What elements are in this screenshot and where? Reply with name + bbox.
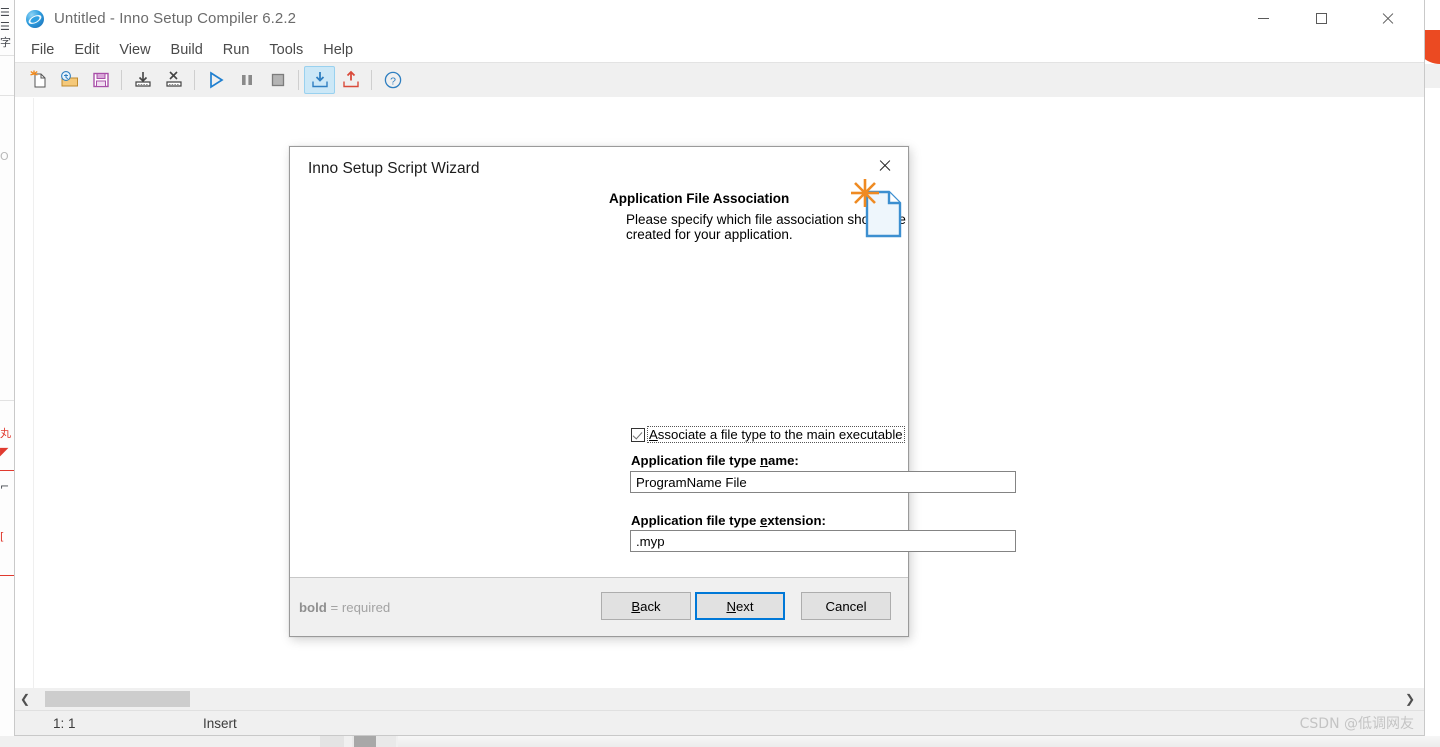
compile-icon[interactable] <box>127 66 158 94</box>
input-value: .myp <box>636 533 665 549</box>
status-cursor-position: 1: 1 <box>53 715 76 731</box>
menu-item-run[interactable]: Run <box>213 40 260 60</box>
label-prefix: Application file type <box>631 453 760 468</box>
accel-char: B <box>631 598 641 614</box>
inno-setup-script-wizard-dialog: Inno Setup Script Wizard Application Fil… <box>289 146 1016 637</box>
toolbar-separator-3 <box>298 70 299 90</box>
close-icon <box>1381 12 1394 25</box>
close-button[interactable] <box>1364 0 1410 37</box>
bottom-taskbar-strip <box>0 736 1440 747</box>
scrollbar-thumb[interactable] <box>45 691 190 707</box>
menu-item-view[interactable]: View <box>109 40 160 60</box>
svg-text:?: ? <box>390 75 396 87</box>
associate-file-type-label[interactable]: Associate a file type to the main execut… <box>647 426 905 443</box>
minimize-icon <box>1257 18 1269 19</box>
menu-item-tools[interactable]: Tools <box>259 40 313 60</box>
save-file-icon[interactable] <box>85 66 116 94</box>
new-file-icon[interactable] <box>23 66 54 94</box>
title-bar: Untitled - Inno Setup Compiler 6.2.2 <box>15 0 1424 37</box>
open-file-icon[interactable] <box>54 66 85 94</box>
menu-bar: File Edit View Build Run Tools Help <box>15 37 1424 62</box>
dialog-title-bar: Inno Setup Script Wizard <box>290 147 908 191</box>
run-icon[interactable] <box>200 66 231 94</box>
required-rest-text: = required <box>326 599 391 615</box>
menu-item-build[interactable]: Build <box>161 40 213 60</box>
help-icon[interactable]: ? <box>377 66 408 94</box>
button-label: ack <box>640 598 661 614</box>
cancel-button[interactable]: Cancel <box>801 592 891 620</box>
toolbar-separator-2 <box>194 70 195 90</box>
toolbar: ? <box>15 62 1424 98</box>
label-prefix: Application file type <box>631 513 760 528</box>
toolbar-separator-1 <box>121 70 122 90</box>
editor-gutter <box>15 98 34 688</box>
required-legend: bold = required <box>299 600 390 615</box>
menu-item-help[interactable]: Help <box>313 40 363 60</box>
close-icon <box>878 159 891 172</box>
scroll-right-icon[interactable]: ❯ <box>1400 688 1420 710</box>
dialog-title: Inno Setup Script Wizard <box>308 160 480 177</box>
import-icon[interactable] <box>304 66 335 94</box>
background-window-left: ☰ ☰ 字 O 丸 ◤ ⌐ [ <box>0 0 15 747</box>
input-value: ProgramName File <box>636 474 747 490</box>
required-bold-text: bold <box>299 599 327 615</box>
dialog-body: Associate a file type to the main execut… <box>290 257 1016 577</box>
button-label: Cancel <box>825 598 867 614</box>
label-rest: xtension: <box>767 513 826 528</box>
document-with-starburst-icon <box>845 178 909 242</box>
stop-icon[interactable] <box>262 66 293 94</box>
status-insert-mode: Insert <box>203 715 237 731</box>
minimize-button[interactable] <box>1240 0 1286 37</box>
label-rest: ame: <box>768 453 799 468</box>
strip-scroll-thumb[interactable] <box>354 736 376 747</box>
associate-file-type-checkbox[interactable] <box>631 427 645 442</box>
menu-item-file[interactable]: File <box>21 40 64 60</box>
dialog-header: Application File Association Please spec… <box>290 179 908 267</box>
next-button[interactable]: Next <box>695 592 785 620</box>
dialog-heading: Application File Association <box>609 191 790 206</box>
back-button[interactable]: Back <box>601 592 691 620</box>
associate-file-type-checkbox-row[interactable]: Associate a file type to the main execut… <box>631 426 905 443</box>
label-rest: ssociate a file type to the main executa… <box>657 427 903 442</box>
toolbar-separator-4 <box>371 70 372 90</box>
maximize-icon <box>1315 13 1327 24</box>
status-bar: 1: 1 Insert CSDN @低调网友 <box>15 710 1424 735</box>
pause-icon[interactable] <box>231 66 262 94</box>
watermark-text: CSDN @低调网友 <box>1299 716 1414 732</box>
menu-item-edit[interactable]: Edit <box>64 40 109 60</box>
application-file-type-extension-label: Application file type extension: <box>631 513 826 528</box>
scroll-left-icon[interactable]: ❮ <box>15 688 35 710</box>
inno-setup-globe-icon <box>26 9 44 28</box>
strip-segment-d <box>398 736 1440 747</box>
dialog-close-button[interactable] <box>862 148 907 182</box>
strip-segment-a <box>320 736 344 747</box>
export-icon[interactable] <box>335 66 366 94</box>
dialog-footer: bold = required Back Next Cancel <box>290 577 908 636</box>
maximize-button[interactable] <box>1298 0 1344 37</box>
button-label: ext <box>735 598 754 614</box>
application-file-type-name-label: Application file type name: <box>631 453 799 468</box>
accel-char: N <box>726 598 736 614</box>
stop-compile-icon[interactable] <box>158 66 189 94</box>
application-file-type-name-input[interactable]: ProgramName File <box>630 471 1016 493</box>
window-title: Untitled - Inno Setup Compiler 6.2.2 <box>54 10 297 27</box>
accel-char: A <box>649 427 658 442</box>
editor-horizontal-scrollbar[interactable]: ❮ ❯ <box>15 688 1424 710</box>
accel-char: n <box>759 453 769 468</box>
application-file-type-extension-input[interactable]: .myp <box>630 530 1016 552</box>
